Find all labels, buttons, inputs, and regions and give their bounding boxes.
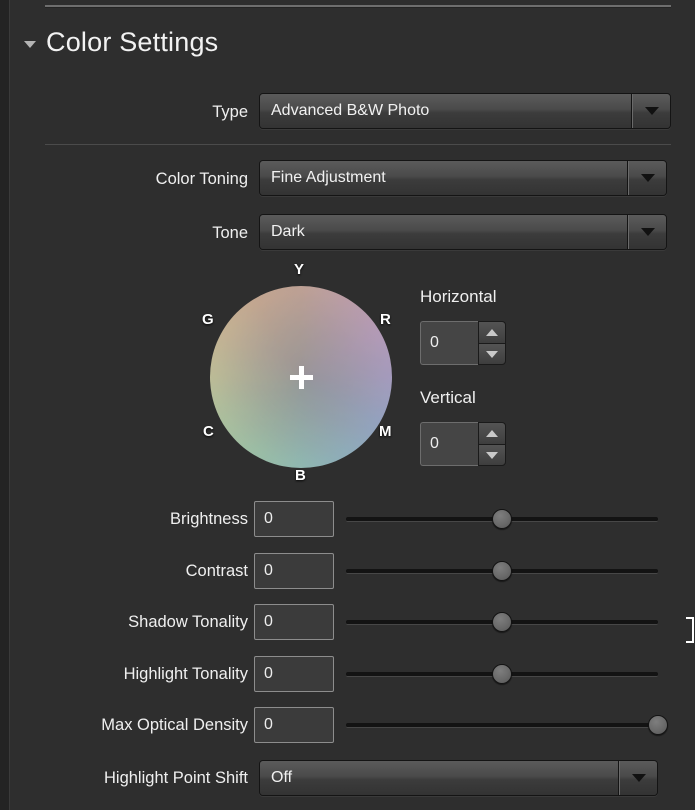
brightness-slider-thumb[interactable] — [492, 509, 512, 529]
contrast-slider-thumb[interactable] — [492, 561, 512, 581]
highlight-point-shift-dropdown-field[interactable]: Off — [260, 761, 619, 795]
max-optical-density-slider[interactable] — [346, 713, 668, 737]
wheel-label-green: G — [202, 311, 214, 328]
horizontal-decrement-button[interactable] — [478, 343, 506, 365]
vertical-label: Vertical — [420, 388, 476, 407]
type-dropdown-arrow-button[interactable] — [632, 94, 670, 128]
color-toning-dropdown-arrow-button[interactable] — [628, 161, 666, 195]
tone-dropdown[interactable]: Dark — [259, 214, 667, 250]
color-toning-dropdown[interactable]: Fine Adjustment — [259, 160, 667, 196]
triangle-down-icon — [486, 350, 498, 358]
max-optical-density-input[interactable]: 0 — [254, 707, 334, 743]
highlight-tonality-slider-thumb[interactable] — [492, 664, 512, 684]
contrast-input[interactable]: 0 — [254, 553, 334, 589]
highlight-point-shift-label: Highlight Point Shift — [104, 769, 248, 787]
tone-dropdown-value: Dark — [271, 223, 305, 240]
contrast-label: Contrast — [185, 562, 248, 580]
highlight-point-shift-dropdown[interactable]: Off — [259, 760, 658, 796]
brightness-slider[interactable] — [346, 507, 658, 531]
color-settings-header[interactable]: Color Settings — [24, 29, 218, 56]
vertical-input[interactable]: 0 — [420, 422, 478, 466]
type-label: Type — [212, 103, 248, 121]
caret-down-icon — [640, 228, 655, 236]
vertical-increment-button[interactable] — [478, 422, 506, 444]
crosshair-icon[interactable] — [289, 365, 313, 389]
max-optical-density-slider-thumb[interactable] — [648, 715, 668, 735]
wheel-label-cyan: C — [203, 423, 214, 440]
vertical-stepper[interactable]: 0 — [420, 422, 506, 466]
highlight-point-shift-dropdown-value: Off — [271, 769, 293, 786]
vertical-stepper-buttons[interactable] — [478, 422, 506, 466]
type-dropdown-field[interactable]: Advanced B&W Photo — [260, 94, 632, 128]
shadow-tonality-slider[interactable] — [346, 610, 658, 634]
horizontal-label: Horizontal — [420, 287, 497, 306]
shadow-tonality-input[interactable]: 0 — [254, 604, 334, 640]
color-toning-dropdown-field[interactable]: Fine Adjustment — [260, 161, 628, 195]
wheel-label-red: R — [380, 311, 391, 328]
highlight-tonality-label: Highlight Tonality — [123, 665, 248, 683]
divider-after-type — [45, 144, 671, 145]
triangle-down-icon[interactable] — [24, 41, 36, 48]
shadow-tonality-slider-thumb[interactable] — [492, 612, 512, 632]
tone-dropdown-field[interactable]: Dark — [260, 215, 628, 249]
contrast-slider[interactable] — [346, 559, 658, 583]
wheel-label-yellow: Y — [294, 261, 305, 278]
wheel-label-magenta: M — [379, 423, 392, 440]
highlight-point-shift-dropdown-arrow-button[interactable] — [619, 761, 657, 795]
type-dropdown[interactable]: Advanced B&W Photo — [259, 93, 671, 129]
highlight-tonality-slider[interactable] — [346, 662, 658, 686]
tone-label: Tone — [212, 224, 248, 242]
page-title: Color Settings — [46, 27, 219, 57]
triangle-down-icon — [486, 451, 498, 459]
triangle-up-icon — [486, 430, 498, 437]
color-toning-label: Color Toning — [155, 170, 248, 188]
text-cursor-icon — [686, 617, 694, 643]
max-optical-density-label: Max Optical Density — [101, 716, 248, 734]
triangle-up-icon — [486, 329, 498, 336]
color-toning-dropdown-value: Fine Adjustment — [271, 169, 386, 186]
caret-down-icon — [644, 107, 659, 115]
vertical-decrement-button[interactable] — [478, 444, 506, 466]
horizontal-increment-button[interactable] — [478, 321, 506, 343]
horizontal-input[interactable]: 0 — [420, 321, 478, 365]
horizontal-stepper-buttons[interactable] — [478, 321, 506, 365]
brightness-label: Brightness — [170, 510, 248, 528]
tone-dropdown-arrow-button[interactable] — [628, 215, 666, 249]
brightness-input[interactable]: 0 — [254, 501, 334, 537]
divider-top — [45, 5, 671, 8]
color-wheel[interactable] — [210, 286, 392, 468]
highlight-tonality-input[interactable]: 0 — [254, 656, 334, 692]
caret-down-icon — [631, 774, 646, 782]
wheel-label-blue: B — [295, 467, 306, 484]
type-dropdown-value: Advanced B&W Photo — [271, 102, 430, 119]
color-settings-panel: Color Settings Type Advanced B&W Photo C… — [0, 0, 695, 810]
max-optical-density-slider-track[interactable] — [346, 723, 658, 728]
shadow-tonality-label: Shadow Tonality — [128, 613, 248, 631]
caret-down-icon — [640, 174, 655, 182]
horizontal-stepper[interactable]: 0 — [420, 321, 506, 365]
